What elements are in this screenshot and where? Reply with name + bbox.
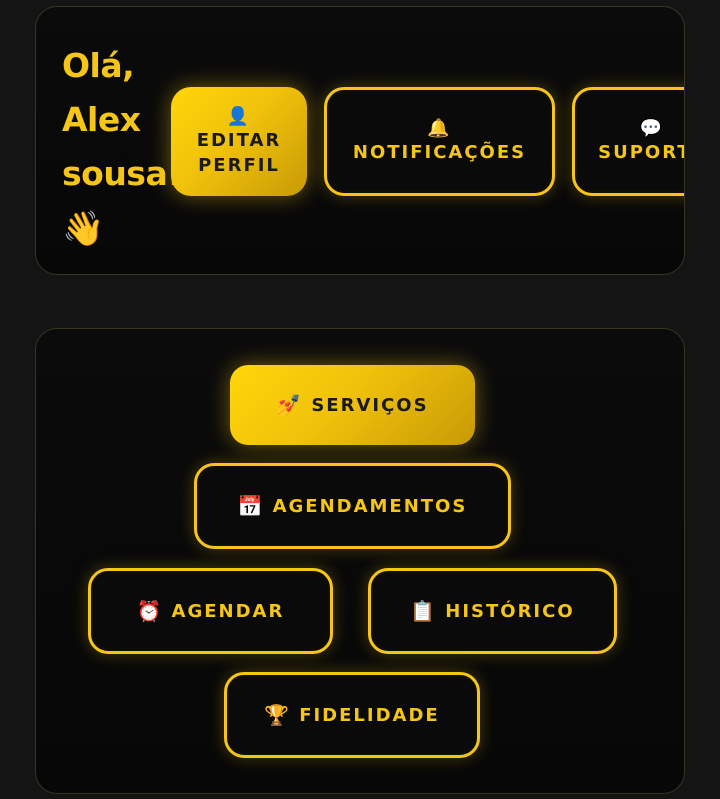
greeting-line-1: Olá, xyxy=(62,46,135,85)
trophy-icon: 🏆 xyxy=(264,703,292,727)
support-label: SUPORTE xyxy=(598,142,684,163)
nail-polish-icon: 💅 xyxy=(276,393,304,417)
edit-profile-label-line-2: PERFIL xyxy=(198,154,280,176)
user-silhouette-icon: 👤 xyxy=(226,105,252,127)
support-button[interactable]: 💬 SUPORTE xyxy=(572,87,684,196)
services-button[interactable]: 💅 SERVIÇOS xyxy=(230,365,475,445)
history-button-content: 📋 HISTÓRICO xyxy=(410,599,574,624)
services-label: SERVIÇOS xyxy=(311,394,429,416)
greeting: Olá, Alex sousa! 👋 xyxy=(62,39,182,255)
schedule-button[interactable]: ⏰ AGENDAR xyxy=(88,568,333,654)
bell-icon: 🔔 xyxy=(427,118,452,139)
page: Olá, Alex sousa! 👋 👤 EDITAR PERFIL 🔔 NOT… xyxy=(0,0,720,799)
edit-profile-label-line-1: EDITAR xyxy=(196,129,282,151)
notifications-label: NOTIFICAÇÕES xyxy=(352,142,527,163)
header-card: Olá, Alex sousa! 👋 👤 EDITAR PERFIL 🔔 NOT… xyxy=(35,6,685,275)
alarm-clock-icon: ⏰ xyxy=(136,599,164,623)
appointments-label: AGENDAMENTOS xyxy=(272,495,468,517)
appointments-button-content: 📅 AGENDAMENTOS xyxy=(238,494,468,519)
history-button[interactable]: 📋 HISTÓRICO xyxy=(368,568,617,654)
calendar-icon: 📅 xyxy=(237,494,265,518)
schedule-button-content: ⏰ AGENDAR xyxy=(137,599,285,624)
greeting-line-3: sousa! xyxy=(62,154,182,193)
clipboard-icon: 📋 xyxy=(410,599,438,623)
services-button-content: 💅 SERVIÇOS xyxy=(276,393,428,418)
waving-hand-icon: 👋 xyxy=(62,209,104,249)
loyalty-label: FIDELIDADE xyxy=(299,704,440,726)
greeting-line-2: Alex xyxy=(62,100,141,139)
loyalty-button[interactable]: 🏆 FIDELIDADE xyxy=(224,672,480,758)
appointments-button[interactable]: 📅 AGENDAMENTOS xyxy=(194,463,511,549)
edit-profile-button[interactable]: 👤 EDITAR PERFIL xyxy=(171,87,307,196)
schedule-label: AGENDAR xyxy=(171,600,285,622)
notifications-button[interactable]: 🔔 NOTIFICAÇÕES xyxy=(324,87,555,196)
speech-bubble-icon: 💬 xyxy=(639,118,665,139)
history-label: HISTÓRICO xyxy=(445,600,575,622)
menu-card: 💅 SERVIÇOS 📅 AGENDAMENTOS ⏰ AGENDAR 📋 HI… xyxy=(35,328,685,794)
loyalty-button-content: 🏆 FIDELIDADE xyxy=(264,703,439,728)
